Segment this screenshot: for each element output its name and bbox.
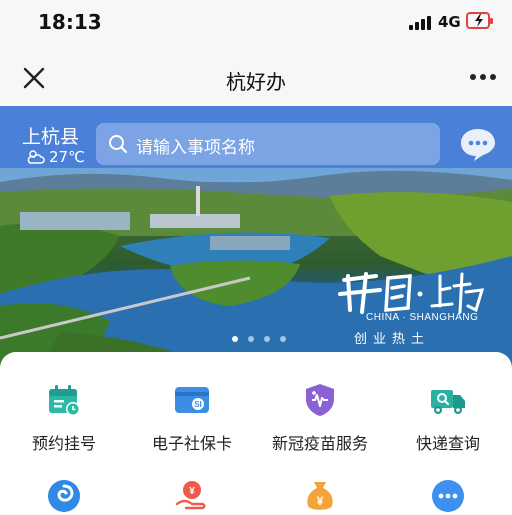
swirl-icon [48, 480, 80, 512]
service-label: 电子社保卡 [151, 434, 232, 453]
search-placeholder: 请输入事项名称 [136, 138, 255, 158]
svg-text:¥: ¥ [317, 494, 324, 508]
temperature: 27℃ [49, 148, 85, 166]
signal-icon [409, 14, 433, 30]
svg-text:SI: SI [194, 400, 202, 409]
city-name[interactable]: 上杭县 [22, 122, 79, 149]
status-bar: 18:13 4G [0, 0, 512, 46]
money-bag-icon: ¥ [307, 482, 333, 510]
slogan-subtitle: 创业热土 [354, 332, 431, 347]
more-dots-icon[interactable] [470, 74, 498, 82]
more-icon [432, 480, 464, 512]
svg-text:¥: ¥ [189, 486, 195, 497]
search-icon [109, 135, 128, 154]
battery-icon [466, 12, 493, 29]
hand-money-icon: ¥ [175, 481, 206, 510]
hero-banner[interactable]: 上杭县 27℃ 请输入事项名称 CHINA · SHANGHANG 创业热土 [0, 106, 512, 368]
service-label: 预约挂号 [31, 434, 96, 453]
carousel-indicator [232, 336, 292, 344]
partly-cloudy-icon [27, 150, 45, 164]
calendar-clock-icon [49, 385, 80, 416]
carousel-dot[interactable] [248, 336, 254, 342]
weather-info: 27℃ [26, 148, 85, 166]
carousel-dot[interactable] [280, 336, 286, 342]
social-security-card-icon: SI [175, 387, 209, 413]
slogan-calligraphy-logo [338, 272, 485, 314]
delivery-truck-icon [431, 390, 465, 414]
network-type: 4G [438, 13, 461, 31]
status-time: 18:13 [38, 10, 102, 34]
service-label: 快递查询 [415, 434, 480, 453]
vaccine-shield-icon [306, 384, 334, 416]
search-input[interactable]: 请输入事项名称 [96, 123, 440, 165]
service-label: 新冠疫苗服务 [271, 434, 368, 453]
carousel-dot[interactable] [264, 336, 270, 342]
page-title: 杭好办 [226, 70, 286, 94]
carousel-dot[interactable] [232, 336, 238, 342]
chat-bubble-icon[interactable] [459, 126, 497, 162]
service-grid: 预约挂号 SI 电子社保卡 新冠疫苗服务 快递查询 ¥ ¥ [0, 352, 512, 515]
slogan-english: CHINA · SHANGHANG [366, 312, 479, 323]
nav-bar: 杭好办 [0, 46, 512, 106]
